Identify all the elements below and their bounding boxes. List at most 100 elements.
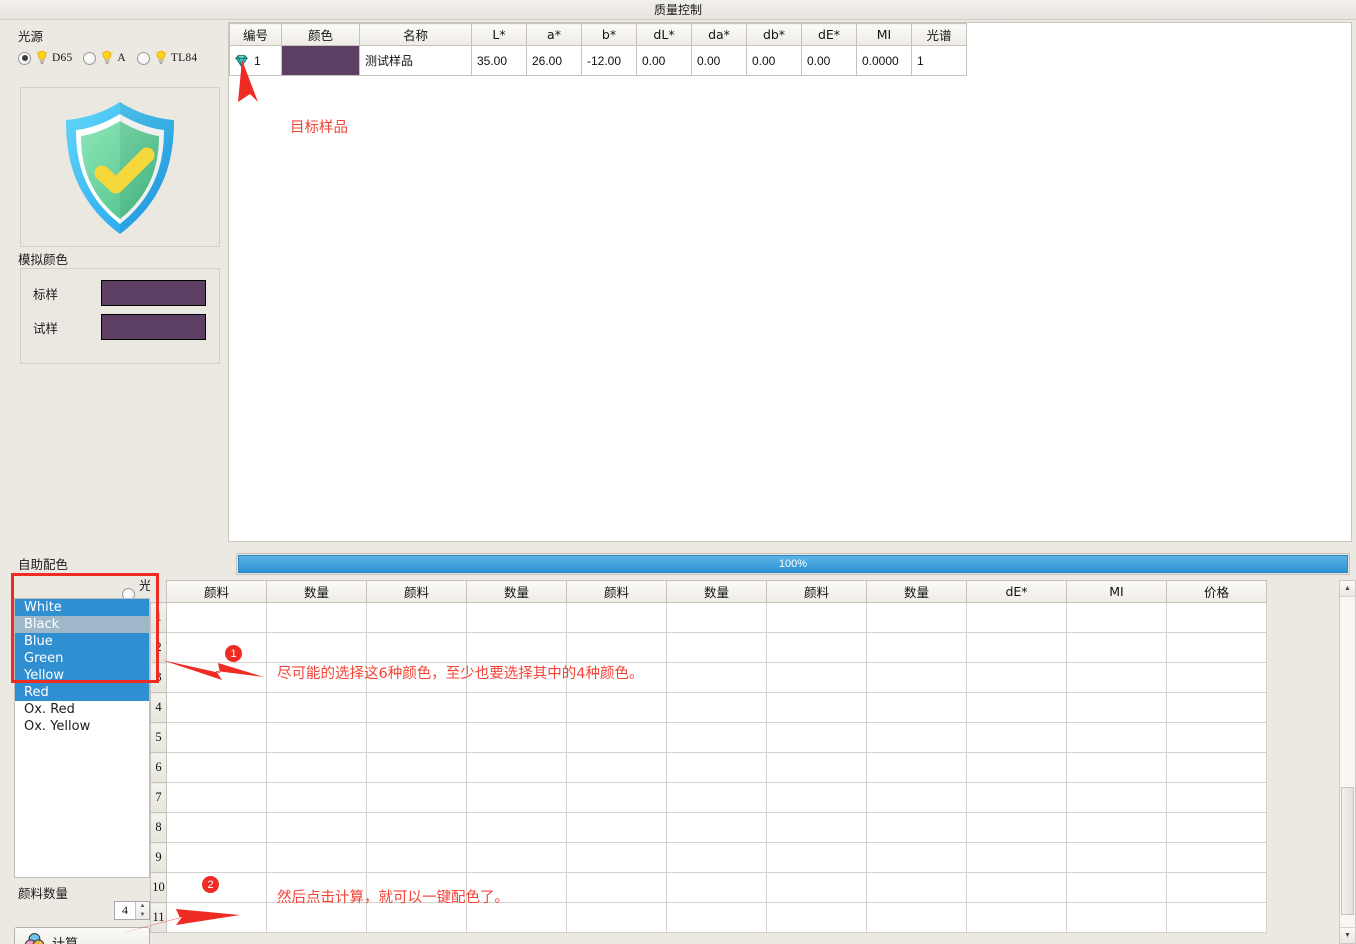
table-cell[interactable] xyxy=(367,783,467,813)
list-item[interactable]: Black xyxy=(15,616,149,633)
table-cell[interactable] xyxy=(467,903,567,933)
row-number[interactable]: 9 xyxy=(151,843,167,873)
table-cell[interactable] xyxy=(867,813,967,843)
table-cell[interactable] xyxy=(167,843,267,873)
stepper-arrows[interactable]: ▲ ▼ xyxy=(135,902,149,919)
table-cell[interactable] xyxy=(1067,783,1167,813)
col-header-name[interactable]: 名称 xyxy=(360,24,472,46)
list-item[interactable]: Ox. Yellow xyxy=(15,718,149,735)
list-item[interactable]: Red xyxy=(15,684,149,701)
vertical-scrollbar[interactable]: ▲ ▼ xyxy=(1339,580,1356,944)
table-cell[interactable] xyxy=(967,903,1067,933)
col-header-amount-3[interactable]: 数量 xyxy=(667,581,767,603)
table-cell[interactable] xyxy=(567,633,667,663)
col-header-pigment-4[interactable]: 颜料 xyxy=(767,581,867,603)
table-cell[interactable] xyxy=(667,663,767,693)
table-row[interactable]: 6 xyxy=(151,753,1339,783)
table-cell[interactable] xyxy=(467,633,567,663)
table-cell[interactable] xyxy=(1067,633,1167,663)
table-cell[interactable] xyxy=(1167,753,1267,783)
cell-l[interactable]: 35.00 xyxy=(472,46,527,76)
row-number[interactable]: 4 xyxy=(151,693,167,723)
table-cell[interactable] xyxy=(267,903,367,933)
table-cell[interactable] xyxy=(267,873,367,903)
table-cell[interactable] xyxy=(767,873,867,903)
col-header-amount-2[interactable]: 数量 xyxy=(467,581,567,603)
table-cell[interactable] xyxy=(1067,753,1167,783)
col-header-de[interactable]: dE* xyxy=(967,581,1067,603)
radio-d65[interactable]: D65 xyxy=(18,50,72,66)
table-cell[interactable] xyxy=(167,753,267,783)
col-header-a[interactable]: a* xyxy=(527,24,582,46)
table-cell[interactable] xyxy=(667,693,767,723)
col-header-mi[interactable]: MI xyxy=(1067,581,1167,603)
quality-control-table[interactable]: 编号 颜色 名称 L* a* b* dL* da* db* dE* MI 光谱 xyxy=(228,22,1352,542)
table-cell[interactable] xyxy=(867,603,967,633)
table-row[interactable]: 3 xyxy=(151,663,1339,693)
table-cell[interactable] xyxy=(567,783,667,813)
list-item[interactable]: Blue xyxy=(15,633,149,650)
col-header-b[interactable]: b* xyxy=(582,24,637,46)
table-cell[interactable] xyxy=(767,753,867,783)
table-cell[interactable] xyxy=(1167,783,1267,813)
table-cell[interactable] xyxy=(467,723,567,753)
table-cell[interactable] xyxy=(167,813,267,843)
col-header-mi[interactable]: MI xyxy=(857,24,912,46)
table-cell[interactable] xyxy=(767,903,867,933)
radio-a-dot[interactable] xyxy=(83,52,96,65)
table-cell[interactable] xyxy=(667,843,767,873)
list-item[interactable]: Ox. Red xyxy=(15,701,149,718)
table-cell[interactable] xyxy=(1167,603,1267,633)
table-row[interactable]: 11 xyxy=(151,903,1339,933)
cell-id[interactable]: 1 xyxy=(230,46,282,76)
table-row[interactable]: 9 xyxy=(151,843,1339,873)
table-cell[interactable] xyxy=(167,903,267,933)
table-cell[interactable] xyxy=(967,633,1067,663)
table-cell[interactable] xyxy=(167,693,267,723)
table-cell[interactable] xyxy=(567,813,667,843)
table-cell[interactable] xyxy=(467,663,567,693)
list-item[interactable]: Yellow xyxy=(15,667,149,684)
radio-d65-dot[interactable] xyxy=(18,52,31,65)
row-number[interactable]: 8 xyxy=(151,813,167,843)
table-cell[interactable] xyxy=(467,693,567,723)
row-number[interactable]: 11 xyxy=(151,903,167,933)
table-cell[interactable] xyxy=(867,723,967,753)
col-header-price[interactable]: 价格 xyxy=(1167,581,1267,603)
table-cell[interactable] xyxy=(1167,693,1267,723)
row-number[interactable]: 1 xyxy=(151,603,167,633)
table-cell[interactable] xyxy=(567,843,667,873)
stepper-down-icon[interactable]: ▼ xyxy=(136,911,149,920)
col-header-amount-1[interactable]: 数量 xyxy=(267,581,367,603)
calculate-button[interactable]: 计算 xyxy=(14,927,150,944)
table-row[interactable]: 1 xyxy=(151,603,1339,633)
table-cell[interactable] xyxy=(867,693,967,723)
cell-name[interactable]: 测试样品 xyxy=(360,46,472,76)
table-cell[interactable] xyxy=(267,783,367,813)
paint-count-stepper[interactable]: 4 ▲ ▼ xyxy=(114,901,150,920)
row-number[interactable]: 10 xyxy=(151,873,167,903)
col-header-dl[interactable]: dL* xyxy=(637,24,692,46)
table-cell[interactable] xyxy=(867,633,967,663)
table-cell[interactable] xyxy=(1167,723,1267,753)
table-cell[interactable] xyxy=(567,693,667,723)
table-cell[interactable] xyxy=(1067,813,1167,843)
table-cell[interactable] xyxy=(467,603,567,633)
table-cell[interactable] xyxy=(867,843,967,873)
table-cell[interactable] xyxy=(1067,663,1167,693)
table-cell[interactable] xyxy=(767,723,867,753)
col-header-pigment-2[interactable]: 颜料 xyxy=(367,581,467,603)
table-cell[interactable] xyxy=(1067,873,1167,903)
cell-color-swatch[interactable] xyxy=(282,46,360,76)
table-cell[interactable] xyxy=(667,633,767,663)
table-cell[interactable] xyxy=(867,903,967,933)
table-cell[interactable] xyxy=(867,783,967,813)
table-cell[interactable] xyxy=(1167,663,1267,693)
table-cell[interactable] xyxy=(767,603,867,633)
col-header-db[interactable]: db* xyxy=(747,24,802,46)
row-number[interactable]: 3 xyxy=(151,663,167,693)
list-item[interactable]: White xyxy=(15,599,149,616)
row-number[interactable]: 7 xyxy=(151,783,167,813)
table-cell[interactable] xyxy=(267,753,367,783)
table-cell[interactable] xyxy=(767,843,867,873)
